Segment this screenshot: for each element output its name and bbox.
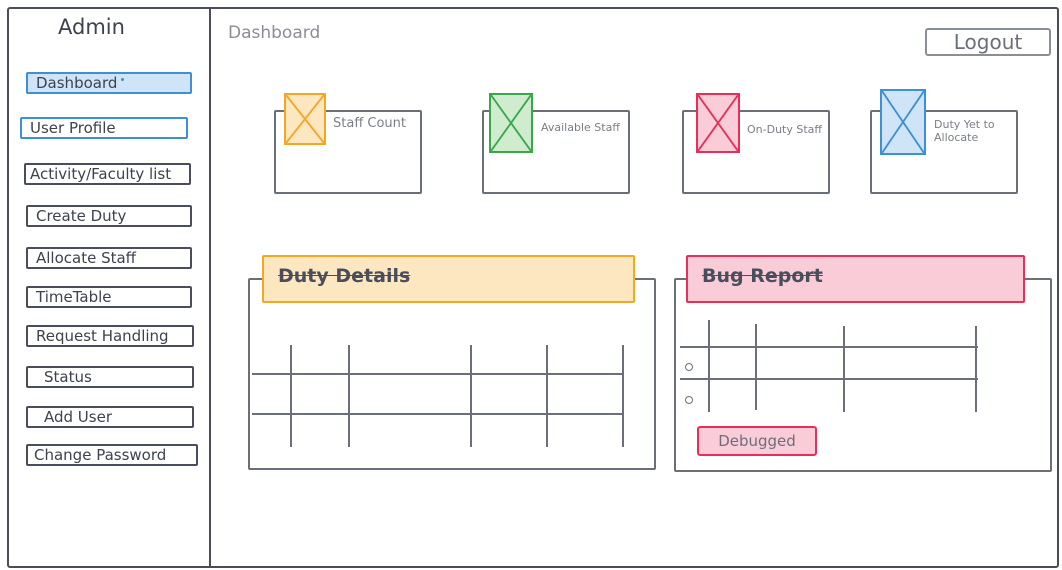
sidebar-item-label: TimeTable: [36, 288, 112, 306]
table-col-divider: [975, 326, 977, 412]
sidebar-item-label: Status: [44, 368, 92, 386]
image-placeholder-icon: [880, 89, 926, 155]
sidebar-item-label: User Profile: [30, 119, 116, 137]
bug-report-title: Bug Report: [686, 255, 1025, 303]
sidebar-item-timetable[interactable]: TimeTable: [26, 286, 192, 308]
table-col-divider: [290, 345, 292, 447]
sidebar-item-label: Request Handling: [36, 327, 169, 345]
table-row-divider: [252, 373, 624, 375]
card-label-on-duty-staff: On-Duty Staff: [747, 123, 822, 136]
sidebar-item-activity-faculty-list[interactable]: Activity/Faculty list: [24, 163, 191, 185]
table-col-divider: [843, 326, 845, 412]
sidebar-item-allocate-staff[interactable]: Allocate Staff: [26, 247, 192, 269]
sidebar-item-label: Allocate Staff: [36, 249, 137, 267]
row-select-radio[interactable]: [685, 396, 693, 404]
sidebar-divider: [209, 8, 211, 568]
sidebar-item-dashboard[interactable]: Dashboard: [26, 72, 192, 94]
sidebar-item-user-profile[interactable]: User Profile: [20, 117, 188, 139]
table-col-divider: [755, 324, 757, 410]
table-col-divider: [470, 345, 472, 447]
active-dot-icon: [121, 78, 125, 81]
sidebar-item-add-user[interactable]: Add User: [26, 406, 194, 428]
image-placeholder-icon: [284, 93, 326, 145]
card-label-available-staff: Available Staff: [541, 121, 620, 134]
image-placeholder-icon: [696, 93, 740, 153]
card-label-duty-yet-to-allocate: Duty Yet to Allocate: [934, 118, 995, 144]
sidebar-item-create-duty[interactable]: Create Duty: [26, 205, 192, 227]
table-row-divider: [252, 413, 624, 415]
table-col-divider: [348, 345, 350, 447]
sidebar-item-change-password[interactable]: Change Password: [26, 444, 198, 466]
table-row-divider: [680, 346, 978, 348]
sidebar-item-label: Dashboard: [36, 74, 118, 92]
sidebar-title: Admin: [58, 15, 125, 39]
duty-details-title: Duty Details: [262, 255, 635, 303]
sidebar-item-label: Add User: [44, 408, 112, 426]
table-col-divider: [622, 345, 624, 447]
table-row-divider: [680, 378, 978, 380]
debugged-button[interactable]: Debugged: [697, 426, 817, 456]
image-placeholder-icon: [489, 93, 533, 153]
sidebar-item-label: Change Password: [34, 446, 167, 464]
sidebar-item-label: Create Duty: [36, 207, 127, 225]
card-label-staff-count: Staff Count: [333, 116, 407, 131]
sidebar-item-label: Activity/Faculty list: [30, 165, 172, 183]
logout-button[interactable]: Logout: [925, 28, 1051, 56]
table-col-divider: [708, 320, 710, 412]
row-select-radio[interactable]: [685, 363, 693, 371]
sidebar-item-request-handling[interactable]: Request Handling: [26, 325, 194, 347]
table-col-divider: [546, 345, 548, 447]
sidebar-item-status[interactable]: Status: [26, 366, 194, 388]
page-title: Dashboard: [228, 23, 321, 43]
